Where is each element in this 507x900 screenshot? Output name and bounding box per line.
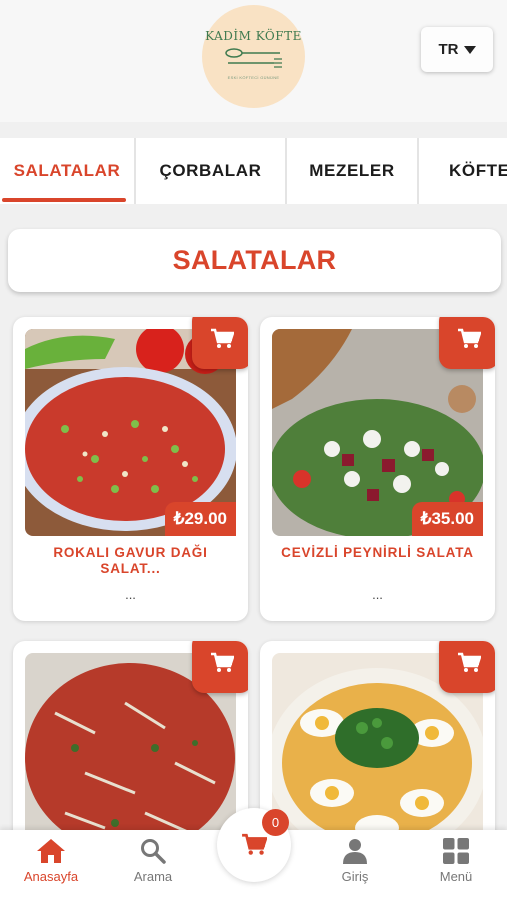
logo-subtitle: ESKİ KÖFTECİ GÜNÜNE [227, 75, 280, 80]
user-icon [343, 839, 367, 864]
home-icon [37, 839, 65, 863]
cart-icon [458, 328, 481, 348]
add-to-cart-button[interactable] [192, 641, 248, 693]
language-label: TR [438, 41, 459, 58]
price-tag: ₺35.00 [411, 502, 483, 536]
tab-label: ÇORBALAR [159, 161, 262, 180]
product-card[interactable]: ₺29.00 ROKALI GAVUR DAĞI SALAT... ... [13, 317, 248, 621]
nav-home[interactable]: Anasayfa [11, 838, 91, 884]
product-name[interactable]: ROKALI GAVUR DAĞI SALAT... [23, 545, 238, 577]
add-to-cart-button[interactable] [439, 317, 495, 369]
grid-menu-icon [443, 838, 469, 864]
product-name[interactable]: CEVİZLİ PEYNİRLİ SALATA [270, 545, 485, 561]
nav-menu[interactable]: Menü [416, 838, 496, 884]
caret-down-icon [463, 45, 476, 54]
cart-icon [242, 833, 267, 855]
tab-label: SALATALAR [13, 161, 121, 180]
add-to-cart-button[interactable] [439, 641, 495, 693]
cart-count-badge: 0 [262, 809, 289, 836]
tab-mezeler[interactable]: MEZELER [287, 138, 419, 204]
cart-icon [211, 328, 234, 348]
tab-label: KÖFTELER [449, 161, 507, 180]
more-indicator: ... [372, 587, 383, 602]
nav-search[interactable]: Arama [113, 838, 193, 884]
cart-icon [458, 652, 481, 672]
tab-kofteler[interactable]: KÖFTELER [419, 138, 507, 204]
section-header: SALATALAR [8, 229, 501, 292]
cart-icon [211, 652, 234, 672]
section-title: SALATALAR [172, 245, 337, 275]
app-header: KADİM KÖFTE ESKİ KÖFTECİ GÜNÜNE TR [0, 0, 507, 122]
spoon-fork-icon [224, 48, 282, 68]
tab-salatalar[interactable]: SALATALAR [0, 138, 136, 204]
brand-logo[interactable]: KADİM KÖFTE ESKİ KÖFTECİ GÜNÜNE [202, 5, 305, 108]
category-tabs: SALATALAR ÇORBALAR MEZELER KÖFTELER [0, 138, 507, 204]
more-indicator: ... [125, 587, 136, 602]
nav-login[interactable]: Giriş [315, 838, 395, 884]
search-icon [141, 839, 166, 864]
tab-corbalar[interactable]: ÇORBALAR [136, 138, 287, 204]
tab-label: MEZELER [309, 161, 395, 180]
price-tag: ₺29.00 [164, 502, 236, 536]
product-card[interactable]: ₺35.00 CEVİZLİ PEYNİRLİ SALATA ... [260, 317, 495, 621]
nav-label: Arama [133, 869, 173, 884]
nav-label: Menü [439, 869, 473, 884]
add-to-cart-button[interactable] [192, 317, 248, 369]
language-selector[interactable]: TR [421, 27, 493, 72]
logo-title: KADİM KÖFTE [205, 29, 302, 43]
nav-label: Giriş [341, 869, 369, 884]
nav-label: Anasayfa [23, 869, 79, 884]
